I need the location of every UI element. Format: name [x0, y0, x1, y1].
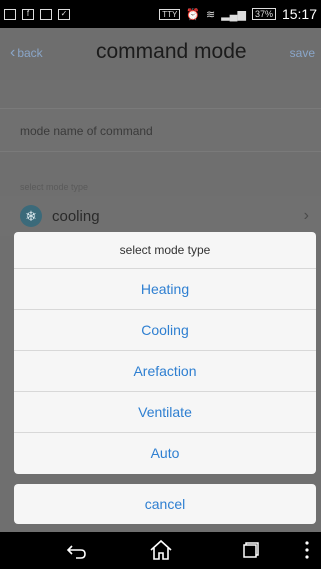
- mode-type-value: cooling: [52, 207, 100, 225]
- facebook-icon: f: [22, 8, 34, 20]
- alarm-icon: ⏰: [186, 8, 200, 21]
- home-icon[interactable]: [148, 537, 174, 563]
- tty-icon: TTY: [159, 8, 181, 20]
- page-title: command mode: [96, 40, 247, 63]
- screenshot-icon: [4, 8, 16, 20]
- signal-icon: ▂▄▆: [221, 8, 246, 21]
- option-ventilate[interactable]: Ventilate: [14, 392, 316, 433]
- option-auto[interactable]: Auto: [14, 433, 316, 473]
- wifi-icon: ≋: [206, 8, 216, 21]
- clipboard-icon: ✓: [58, 8, 70, 20]
- chevron-left-icon: ‹: [10, 44, 16, 61]
- back-label: back: [17, 46, 43, 60]
- option-heating[interactable]: Heating: [14, 269, 316, 310]
- recent-apps-icon[interactable]: [242, 541, 260, 559]
- chevron-right-icon: ›: [303, 207, 309, 224]
- select-mode-dialog: select mode type Heating Cooling Arefact…: [14, 232, 316, 474]
- save-button[interactable]: save: [290, 46, 315, 60]
- app-header: ‹ back command mode save: [0, 28, 321, 80]
- option-cooling[interactable]: Cooling: [14, 310, 316, 351]
- option-arefaction[interactable]: Arefaction: [14, 351, 316, 392]
- status-bar: f ✓ TTY ⏰ ≋ ▂▄▆ 37% 15:17: [0, 0, 321, 28]
- battery-icon: 37%: [251, 8, 276, 20]
- usb-icon: [40, 8, 52, 20]
- snowflake-icon: ❄: [20, 205, 42, 227]
- navigation-bar: [0, 532, 321, 569]
- clock: 15:17: [281, 6, 317, 22]
- battery-percent: 37%: [254, 9, 273, 19]
- mode-section-label: select mode type: [20, 182, 89, 192]
- back-button[interactable]: ‹ back: [10, 44, 43, 62]
- menu-dots-icon[interactable]: [304, 540, 310, 560]
- dialog-title: select mode type: [14, 232, 316, 269]
- mode-name-input[interactable]: mode name of command: [0, 108, 321, 152]
- back-nav-icon[interactable]: [64, 538, 88, 562]
- mode-type-selector[interactable]: ❄ cooling ›: [0, 196, 321, 236]
- cancel-button[interactable]: cancel: [14, 484, 316, 524]
